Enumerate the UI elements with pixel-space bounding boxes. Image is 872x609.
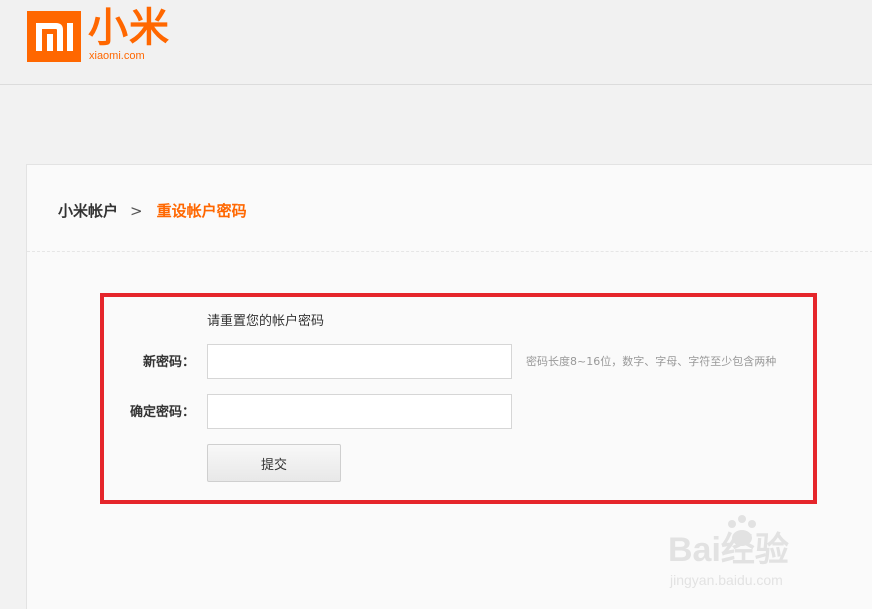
mi-logo-icon[interactable]	[27, 11, 81, 62]
confirm-password-label: 确定密码：	[129, 405, 195, 420]
confirm-password-input[interactable]	[207, 394, 512, 429]
section-divider	[27, 251, 872, 252]
new-password-input[interactable]	[207, 344, 512, 379]
watermark-text: Bai经验	[668, 531, 789, 569]
breadcrumb-home-link[interactable]: 小米帐户	[58, 202, 118, 220]
form-title: 请重置您的帐户密码	[207, 314, 325, 329]
breadcrumb-current: 重设帐户密码	[156, 202, 247, 220]
breadcrumb: 小米帐户 > 重设帐户密码	[58, 201, 247, 221]
submit-button[interactable]: 提交	[207, 444, 341, 482]
breadcrumb-separator: >	[130, 202, 143, 220]
new-password-label: 新密码：	[142, 355, 195, 370]
site-header: 小米 xiaomi.com	[0, 0, 872, 85]
brand-domain: xiaomi.com	[89, 50, 145, 62]
password-hint: 密码长度8~16位，数字、字母、字符至少包含两种	[526, 355, 777, 368]
brand-name: 小米	[88, 5, 170, 51]
baidu-jingyan-watermark: Bai经验 jingyan.baidu.com	[668, 512, 868, 604]
watermark-url: jingyan.baidu.com	[670, 572, 783, 588]
